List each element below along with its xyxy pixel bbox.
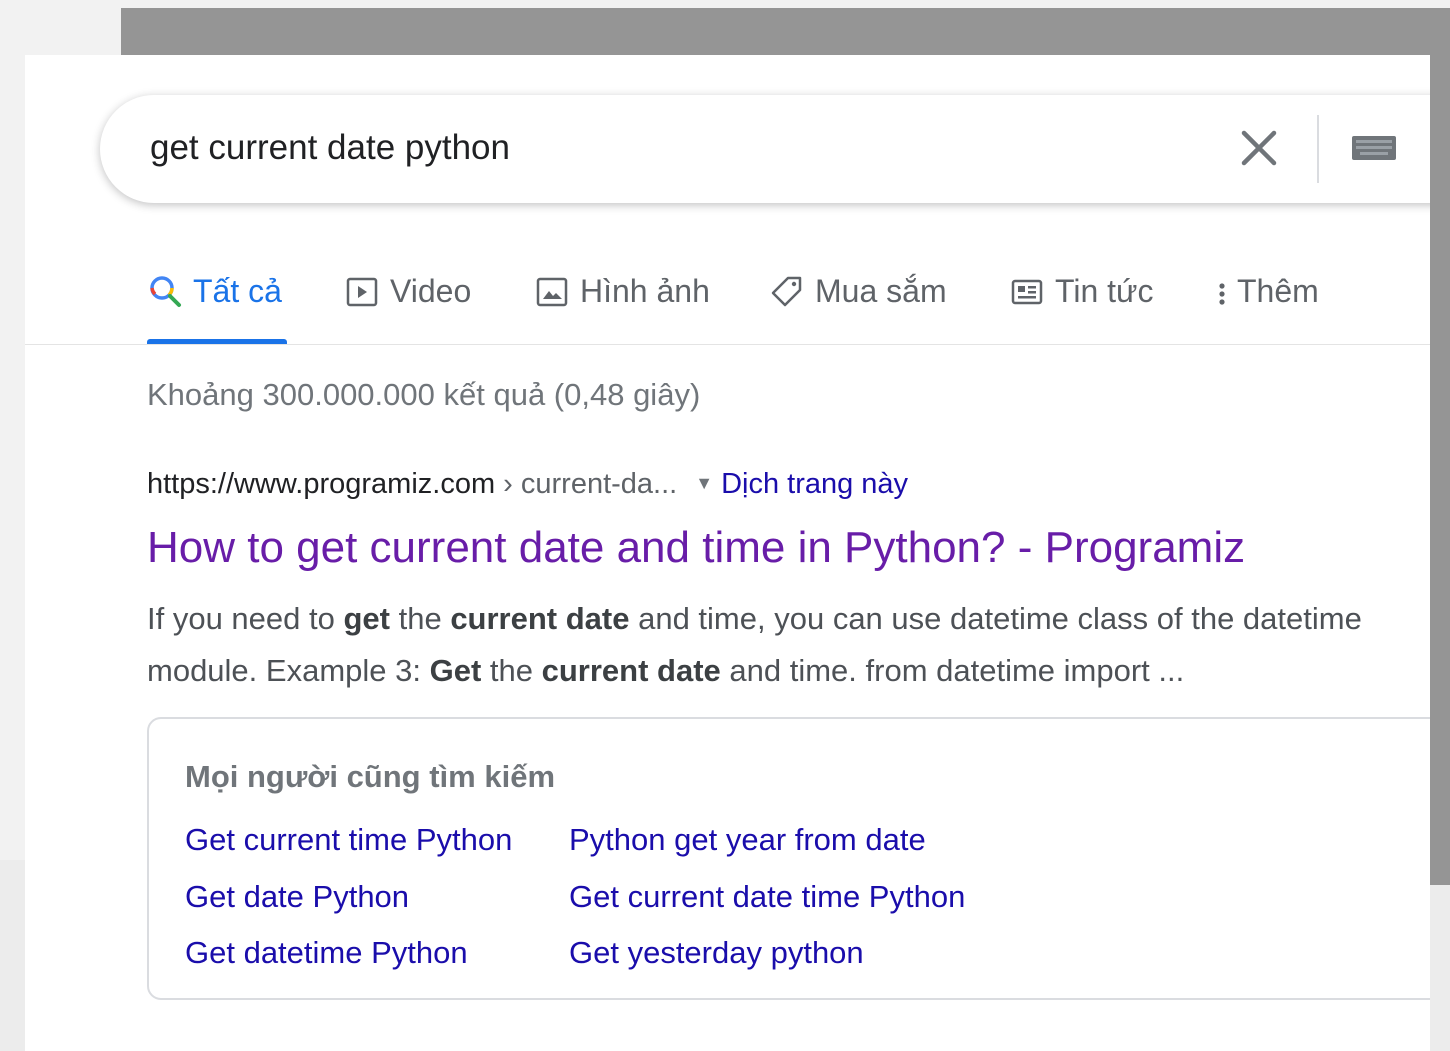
tab-images-label: Hình ảnh (580, 273, 710, 309)
tabs-divider (25, 344, 1430, 345)
tab-video[interactable]: Video (344, 255, 471, 345)
tab-more[interactable]: Thêm (1215, 255, 1319, 345)
related-search-link[interactable]: Get current date time Python (569, 879, 965, 915)
related-search-link[interactable]: Get yesterday python (569, 935, 864, 971)
snippet-line-2: module. Example 3: Get the current date … (147, 653, 1185, 688)
related-searches-box: Mọi người cũng tìm kiếm Get current time… (147, 717, 1430, 1000)
keyboard-icon[interactable] (1350, 133, 1400, 163)
translate-page-link[interactable]: Dịch trang này (721, 468, 908, 500)
video-icon (344, 273, 380, 317)
result-domain: https://www.programiz.com (147, 468, 496, 500)
result-snippet: If you need to get the current date and … (147, 593, 1430, 697)
search-tabs: Tất cả Video Hình ảnh Mua sắm Tin tức Th… (147, 255, 1430, 345)
tab-more-label: Thêm (1237, 273, 1319, 309)
tab-images[interactable]: Hình ảnh (534, 255, 710, 345)
tag-icon (769, 273, 805, 317)
tab-all[interactable]: Tất cả (147, 255, 287, 345)
related-searches-heading: Mọi người cũng tìm kiếm (185, 759, 556, 794)
tab-video-label: Video (390, 273, 472, 309)
tab-shopping-label: Mua sắm (815, 273, 947, 309)
tab-news-label: Tin tức (1055, 273, 1154, 309)
search-input[interactable] (150, 125, 1050, 171)
search-icon (147, 273, 183, 317)
search-box (100, 95, 1430, 203)
result-url: https://www.programiz.com › current-da..… (147, 468, 908, 501)
news-icon (1009, 273, 1045, 317)
tab-all-label: Tất cả (193, 273, 282, 309)
snippet-line-1: If you need to get the current date and … (147, 601, 1362, 636)
search-divider (1317, 115, 1319, 183)
related-search-link[interactable]: Python get year from date (569, 822, 926, 858)
tab-news[interactable]: Tin tức (1009, 255, 1153, 345)
image-icon (534, 273, 570, 317)
result-title-link[interactable]: How to get current date and time in Pyth… (147, 523, 1245, 573)
clear-icon[interactable] (1236, 125, 1282, 171)
more-vert-icon (1215, 273, 1229, 317)
result-path: › current-da... (495, 468, 678, 500)
search-results-card: Tất cả Video Hình ảnh (25, 55, 1430, 1051)
related-search-link[interactable]: Get date Python (185, 879, 409, 915)
related-search-link[interactable]: Get datetime Python (185, 935, 468, 971)
related-search-link[interactable]: Get current time Python (185, 822, 512, 858)
tab-shopping[interactable]: Mua sắm (769, 255, 947, 345)
dropdown-triangle-icon[interactable]: ▼ (695, 473, 713, 493)
result-stats: Khoảng 300.000.000 kết quả (0,48 giây) (147, 377, 701, 412)
